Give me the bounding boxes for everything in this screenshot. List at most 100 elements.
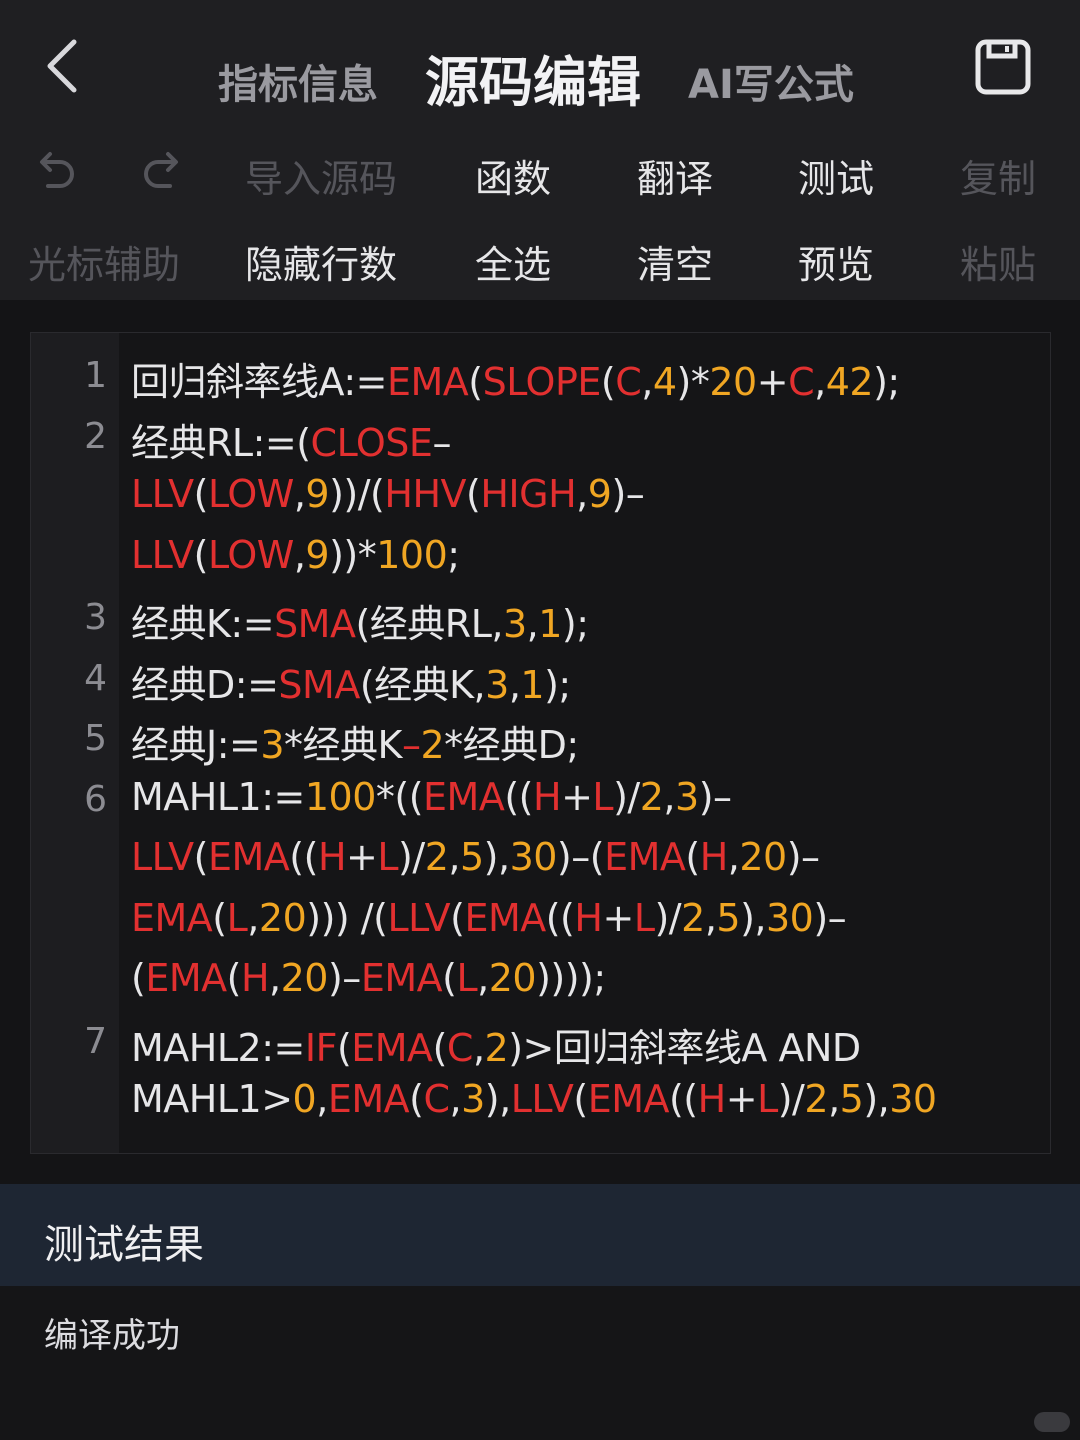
code-token-function: LLV [510, 1077, 574, 1121]
code-editor[interactable]: 1 回归斜率线A:=EMA(SLOPE(C,4)*20+C,42); 2 经典RL:=… [30, 332, 1051, 1154]
import-source-button[interactable]: 导入源码 [245, 148, 397, 203]
code-token-function: L [377, 835, 399, 879]
tab-ai-formula[interactable]: AI写公式 [688, 52, 854, 110]
code-line[interactable]: LLV(EMA((H+L)/2,5),30)–(EMA(H,20)– [31, 831, 1031, 891]
code-token-number: 3 [461, 1077, 485, 1121]
code-token-text: , [477, 956, 489, 1000]
code-text: (EMA(H,20)–EMA(L,20)))); [131, 956, 606, 1000]
hide-line-numbers-button[interactable]: 隐藏行数 [245, 234, 397, 289]
select-all-button[interactable]: 全选 [475, 234, 551, 289]
code-token-number: 2 [681, 895, 705, 940]
code-token-text: + [725, 1077, 758, 1121]
code-text: 经典K:=SMA(经典RL,3,1); [131, 593, 589, 648]
code-token-function: C [423, 1077, 450, 1121]
functions-button[interactable]: 函数 [475, 148, 551, 203]
undo-button[interactable] [30, 146, 80, 196]
code-token-function: LLV [131, 532, 194, 577]
code-text: MAHL1>0,EMA(C,3),LLV(EMA((H+L)/2,5),30 [131, 1077, 937, 1121]
code-token-text: – [432, 420, 451, 465]
save-button[interactable] [974, 38, 1032, 96]
code-text: MAHL2:=IF(EMA(C,2)>回归斜率线A AND [131, 1017, 861, 1072]
tab-source-edit[interactable]: 源码编辑 [425, 38, 641, 117]
test-button[interactable]: 测试 [798, 148, 874, 203]
code-token-number: 1 [520, 662, 545, 707]
code-token-text: ( [442, 956, 457, 1000]
preview-button[interactable]: 预览 [798, 234, 874, 289]
code-line[interactable]: 7 MAHL2:=IF(EMA(C,2)>回归斜率线A AND [31, 1013, 1031, 1073]
code-token-text: ( [131, 956, 146, 1000]
code-token-function: H [240, 956, 270, 1000]
code-token-text: , [472, 1025, 485, 1070]
code-line[interactable]: 4 经典D:=SMA(经典K,3,1); [31, 650, 1031, 710]
code-token-number: 30 [509, 835, 558, 879]
code-token-number: 20 [280, 956, 329, 1000]
code-token-number: 5 [716, 895, 741, 940]
code-token-text: , [293, 532, 306, 577]
code-token-function: LLV [131, 835, 194, 879]
code-token-text: )– [611, 472, 645, 516]
line-number: 5 [84, 718, 107, 759]
code-token-function: H [533, 774, 562, 819]
code-token-function: LLV [387, 895, 451, 940]
code-token-text: )– [327, 956, 361, 1000]
code-token-text: ); [561, 602, 589, 646]
clear-button[interactable]: 清空 [637, 234, 713, 289]
code-token-text: ( [600, 360, 616, 404]
code-token-text: ( [466, 472, 481, 516]
code-token-text: (( [289, 835, 318, 879]
tab-indicator-info[interactable]: 指标信息 [218, 52, 378, 110]
code-token-text: (经典RL, [355, 602, 503, 646]
code-token-function: L [456, 956, 478, 1000]
code-token-text: (( [545, 895, 575, 940]
header-tabs: 指标信息 源码编辑 AI写公式 [0, 28, 1080, 118]
code-token-text: 经典K:= [131, 602, 275, 646]
code-token-text: )– [698, 774, 732, 819]
code-token-text: + [561, 774, 593, 819]
code-line[interactable]: MAHL1>0,EMA(C,3),LLV(EMA((H+L)/2,5),30 [31, 1073, 1031, 1133]
code-token-number: 9 [305, 532, 330, 577]
code-token-text: ))) /( [306, 895, 388, 940]
code-token-function: HHV [384, 472, 467, 516]
code-token-text: (( [504, 774, 533, 819]
code-token-number: 2 [639, 774, 664, 819]
code-token-function: HIGH [480, 472, 577, 516]
code-token-text: + [346, 835, 378, 879]
code-token-text: ( [573, 1077, 588, 1121]
code-token-text: ))* [329, 532, 377, 577]
redo-button[interactable] [138, 146, 188, 196]
paste-button[interactable]: 粘贴 [960, 234, 1036, 289]
code-line[interactable]: LLV(LOW,9))/(HHV(HIGH,9)– [31, 468, 1031, 528]
code-token-text: , [247, 895, 259, 940]
code-line[interactable]: EMA(L,20))) /(LLV(EMA((H+L)/2,5),30)– [31, 892, 1031, 952]
code-token-text: ( [193, 472, 209, 516]
code-line[interactable]: LLV(LOW,9))*100; [31, 529, 1031, 589]
code-token-text: ); [544, 662, 571, 707]
code-token-function: L [592, 774, 614, 819]
code-token-function: H [574, 895, 603, 940]
code-text: LLV(EMA((H+L)/2,5),30)–(EMA(H,20)– [131, 835, 820, 879]
code-token-function: L [633, 895, 655, 940]
copy-button[interactable]: 复制 [960, 148, 1036, 203]
code-token-text: *(( [375, 774, 424, 819]
code-token-text: 经典D:= [131, 662, 279, 707]
code-line[interactable]: 6 MAHL1:=100*((EMA((H+L)/2,3)– [31, 771, 1031, 831]
code-token-number: 5 [839, 1077, 864, 1121]
code-token-text: 经典J:= [131, 723, 261, 767]
translate-button[interactable]: 翻译 [637, 148, 713, 203]
code-token-text: ( [193, 835, 209, 879]
code-token-function: L [757, 1077, 778, 1121]
code-token-function: SMA [278, 662, 360, 707]
code-token-text: , [576, 472, 588, 516]
code-token-text: ( [226, 956, 242, 1000]
code-line[interactable]: 1 回归斜率线A:=EMA(SLOPE(C,4)*20+C,42); [31, 347, 1031, 407]
code-token-function: SMA [274, 602, 356, 646]
code-token-text: ), [863, 1077, 890, 1121]
code-line[interactable]: 2 经典RL:=(CLOSE– [31, 408, 1031, 468]
code-token-text: ), [484, 1077, 511, 1121]
code-token-number: 9 [587, 472, 612, 516]
code-line[interactable]: 3 经典K:=SMA(经典RL,3,1); [31, 589, 1031, 649]
code-line[interactable]: (EMA(H,20)–EMA(L,20)))); [31, 952, 1031, 1012]
cursor-assist-button[interactable]: 光标辅助 [28, 234, 180, 289]
code-token-function: H [317, 835, 347, 879]
code-line[interactable]: 5 经典J:=3*经典K–2*经典D; [31, 710, 1031, 770]
